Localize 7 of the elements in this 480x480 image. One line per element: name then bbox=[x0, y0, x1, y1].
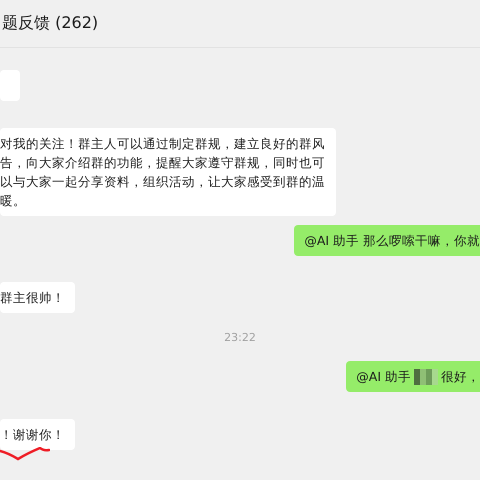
message-bubble: @AI 助手 很好， bbox=[346, 361, 480, 392]
chat-title: 题反馈 (262) bbox=[2, 13, 98, 34]
message-bubble: @AI 助手 那么啰嗦干嘛，你就 bbox=[294, 225, 480, 256]
message-bubble: 对我的关注！群主人可以通过制定群规，建立良好的群风告，向大家介绍群的功能，提醒大家遵守群规，同时也可以与大家一起分享资料，组织活动，让大家感受到群的温暖。 bbox=[0, 128, 336, 216]
message-bubble: 群主很帅！ bbox=[0, 282, 75, 313]
message-bubble: ！谢谢你！ bbox=[0, 419, 75, 450]
timestamp: 23:22 bbox=[223, 331, 257, 344]
